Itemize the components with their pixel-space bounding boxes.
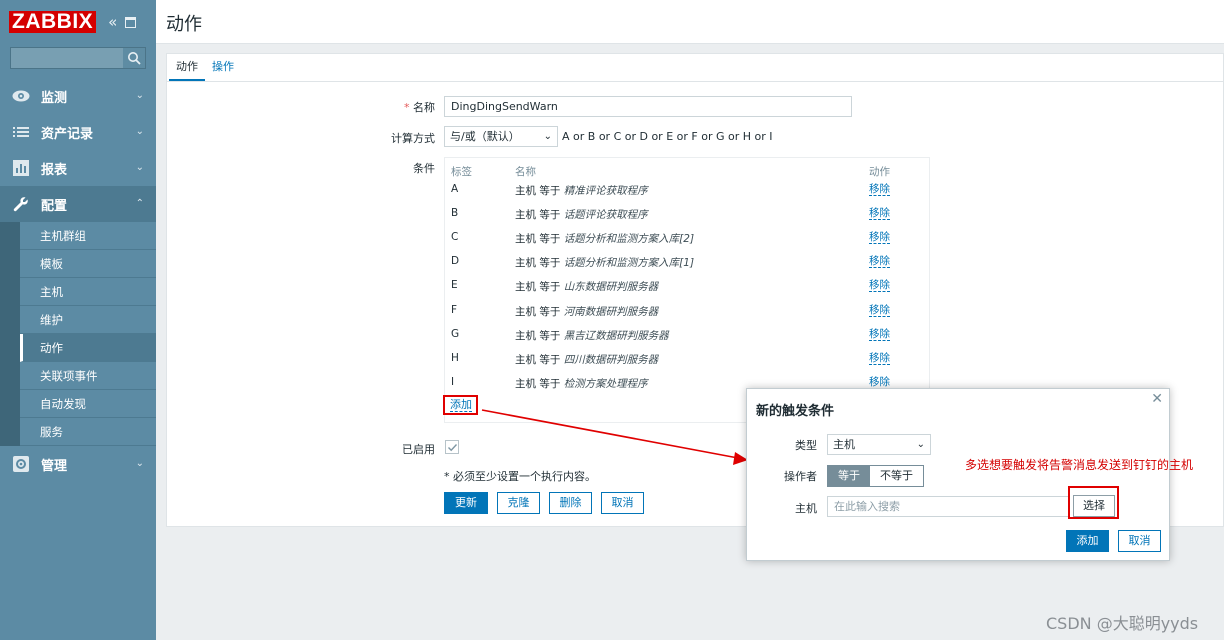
annotation-text: 多选想要触发将告警消息发送到钉钉的主机 xyxy=(965,458,1194,472)
operator-equals[interactable]: 等于 xyxy=(828,466,870,486)
type-select-value: 主机 xyxy=(833,438,855,451)
dialog-add-button[interactable]: 添加 xyxy=(1066,530,1109,552)
type-select[interactable]: 主机 ⌄ xyxy=(827,434,931,455)
highlight-box xyxy=(1068,486,1119,519)
operator-not-equals[interactable]: 不等于 xyxy=(870,466,923,486)
watermark: CSDN @大聪明yyds xyxy=(1046,614,1199,633)
host-search-input[interactable]: 在此输入搜索 xyxy=(827,496,1069,517)
dialog-title: 新的触发条件 xyxy=(756,404,835,419)
operator-toggle: 等于 不等于 xyxy=(827,465,924,487)
operator-label: 操作者 xyxy=(784,470,817,483)
host-label: 主机 xyxy=(795,502,817,515)
type-label: 类型 xyxy=(795,439,817,452)
new-condition-dialog: 新的触发条件 ✕ 类型 主机 ⌄ 操作者 等于 不等于 主机 在此输入搜索 选择… xyxy=(746,388,1170,561)
chevron-down-icon: ⌄ xyxy=(916,439,925,450)
close-icon[interactable]: ✕ xyxy=(1151,391,1163,407)
dialog-cancel-button[interactable]: 取消 xyxy=(1118,530,1161,552)
